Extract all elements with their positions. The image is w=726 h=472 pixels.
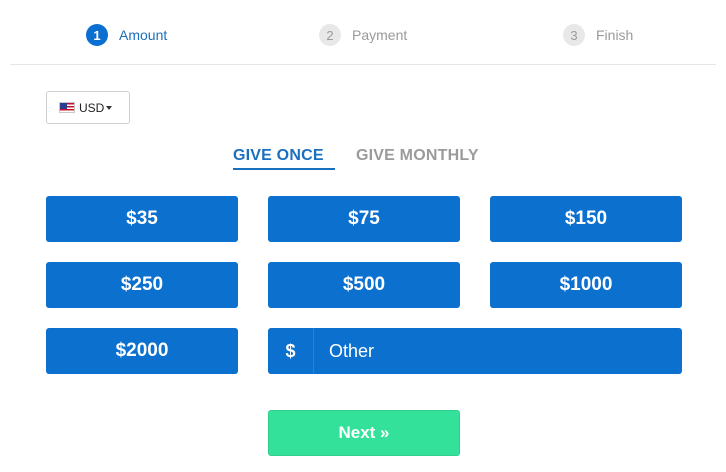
step-payment: 2 Payment xyxy=(319,24,407,46)
step-number: 3 xyxy=(563,24,585,46)
step-amount: 1 Amount xyxy=(86,24,167,46)
step-finish: 3 Finish xyxy=(563,24,633,46)
step-label: Payment xyxy=(352,27,408,43)
progress-steps: 1 Amount 2 Payment 3 Finish xyxy=(0,0,726,66)
active-tab-indicator xyxy=(233,168,335,170)
amount-button-2000[interactable]: $2000 xyxy=(46,328,238,374)
amount-button-1000[interactable]: $1000 xyxy=(490,262,682,308)
step-label: Amount xyxy=(119,27,168,43)
tab-give-monthly[interactable]: GIVE MONTHLY xyxy=(356,147,479,165)
amount-button-250[interactable]: $250 xyxy=(46,262,238,308)
steps-divider xyxy=(10,64,716,65)
amount-button-75[interactable]: $75 xyxy=(268,196,460,242)
amount-button-150[interactable]: $150 xyxy=(490,196,682,242)
next-button[interactable]: Next » xyxy=(268,410,460,456)
step-number: 1 xyxy=(86,24,108,46)
step-number: 2 xyxy=(319,24,341,46)
tab-give-once[interactable]: GIVE ONCE xyxy=(233,147,324,165)
step-label: Finish xyxy=(596,27,634,43)
dollar-sign-icon: $ xyxy=(268,328,314,374)
other-amount-input[interactable] xyxy=(314,328,682,374)
us-flag-icon xyxy=(59,102,75,113)
amount-button-500[interactable]: $500 xyxy=(268,262,460,308)
currency-code: USD xyxy=(79,100,105,115)
currency-dropdown[interactable]: USD xyxy=(46,91,130,124)
amount-button-35[interactable]: $35 xyxy=(46,196,238,242)
caret-down-icon xyxy=(106,106,113,110)
other-amount-field[interactable]: $ xyxy=(268,328,682,374)
